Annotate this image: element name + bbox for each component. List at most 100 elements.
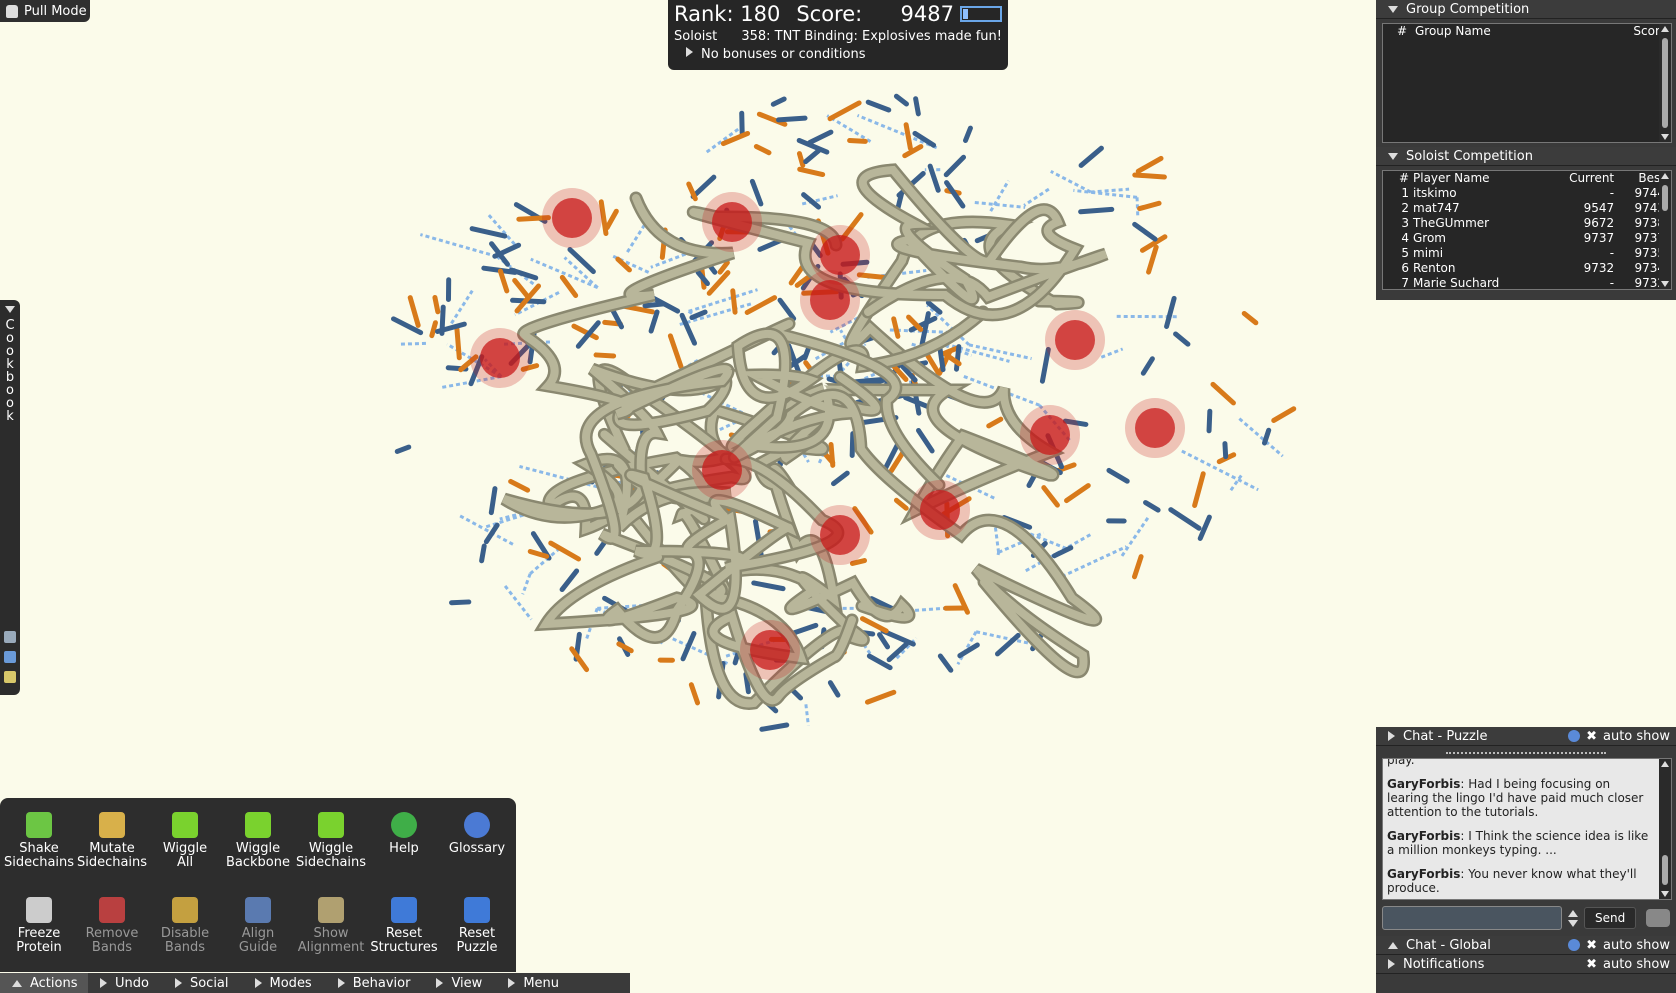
history-stepper[interactable] bbox=[1568, 909, 1578, 927]
info-icon[interactable] bbox=[1568, 939, 1581, 951]
notifications-title: Notifications bbox=[1403, 956, 1485, 972]
expand-arrow-icon bbox=[436, 978, 444, 988]
soloist-competition-list: # Player Name Current Best 1 itskimo -9744… bbox=[1382, 170, 1672, 290]
tool-label: Help bbox=[389, 841, 419, 856]
clash-sphere bbox=[552, 198, 592, 238]
disable-bands-button[interactable]: Disable Bands bbox=[148, 897, 222, 955]
lock-icon bbox=[26, 897, 52, 923]
tab-label: Undo bbox=[115, 975, 149, 991]
group-competition-header[interactable]: Group Competition bbox=[1376, 0, 1676, 19]
soloist-row[interactable]: 7 Marie Suchard -9732 bbox=[1395, 276, 1667, 289]
soloist-scrollbar[interactable] bbox=[1659, 171, 1671, 289]
notes-icon[interactable] bbox=[4, 671, 16, 683]
info-icon[interactable] bbox=[1568, 730, 1581, 742]
competition-panel: Group Competition # Group Name Score Sol… bbox=[1376, 0, 1676, 300]
group-scrollbar[interactable] bbox=[1659, 24, 1671, 142]
auto-show-label[interactable]: auto show bbox=[1603, 729, 1670, 744]
wiggle-all-button[interactable]: Wiggle All bbox=[148, 812, 222, 870]
soloist-rank: 1 bbox=[1401, 186, 1409, 200]
tab-undo[interactable]: Undo bbox=[88, 973, 163, 993]
sidechain[interactable] bbox=[913, 96, 921, 117]
close-icon[interactable]: ✖ bbox=[1586, 957, 1597, 972]
soloist-row[interactable]: 2 mat747 9547 9743 bbox=[1395, 201, 1667, 216]
clash-sphere bbox=[702, 450, 742, 490]
sidechain[interactable] bbox=[479, 543, 487, 564]
sidechain[interactable] bbox=[1078, 206, 1115, 215]
sidechain[interactable] bbox=[937, 346, 946, 373]
sidechain[interactable] bbox=[828, 442, 836, 468]
expand-arrow-icon bbox=[174, 978, 182, 988]
wiggle-backbone-button[interactable]: Wiggle Backbone bbox=[221, 812, 295, 870]
chat-log: play. GaryForbis: Had I being focusing o… bbox=[1382, 758, 1672, 900]
sidechain[interactable] bbox=[432, 294, 441, 315]
tab-behavior[interactable]: Behavior bbox=[326, 973, 425, 993]
sidechain[interactable] bbox=[1206, 408, 1213, 434]
tool-label: Glossary bbox=[448, 841, 506, 856]
close-icon[interactable]: ✖ bbox=[1586, 938, 1597, 953]
sidechain[interactable] bbox=[730, 288, 738, 315]
score-panel: Rank: 180 Score: 9487 Soloist 358: TNT B… bbox=[668, 0, 1008, 70]
tab-actions[interactable]: Actions bbox=[0, 973, 88, 993]
sidechain[interactable] bbox=[776, 115, 808, 123]
sidechain[interactable] bbox=[454, 326, 462, 361]
send-button[interactable]: Send bbox=[1584, 907, 1637, 929]
mode-indicator[interactable]: Pull Mode bbox=[0, 0, 90, 22]
wiggle-sidechains-button[interactable]: Wiggle Sidechains bbox=[294, 812, 368, 870]
freeze-protein-button[interactable]: Freeze Protein bbox=[2, 897, 76, 955]
help-button[interactable]: Help bbox=[367, 812, 441, 856]
reset-structures-button[interactable]: Reset Structures bbox=[367, 897, 441, 955]
chat-username[interactable]: GaryForbis bbox=[1387, 777, 1460, 791]
folder-icon[interactable] bbox=[4, 651, 16, 663]
soloist-row[interactable]: 1 itskimo -9744 bbox=[1395, 186, 1667, 201]
chat-username[interactable]: GaryForbis bbox=[1387, 867, 1460, 881]
sidechain[interactable] bbox=[849, 431, 856, 458]
sidechain[interactable] bbox=[796, 151, 806, 168]
soloist-row[interactable]: 6 Renton 9732 9734 bbox=[1395, 261, 1667, 276]
chat-username[interactable]: GaryForbis bbox=[1387, 829, 1460, 843]
auto-show-label[interactable]: auto show bbox=[1603, 938, 1670, 953]
tab-social[interactable]: Social bbox=[163, 973, 243, 993]
tab-menu[interactable]: Menu bbox=[496, 973, 573, 993]
sidechain[interactable] bbox=[1222, 441, 1229, 460]
close-icon[interactable]: ✖ bbox=[1586, 729, 1597, 744]
help-icon bbox=[391, 812, 417, 838]
sidechain[interactable] bbox=[449, 599, 472, 606]
soloist-competition-header[interactable]: Soloist Competition bbox=[1376, 147, 1676, 166]
clash-sphere bbox=[712, 202, 752, 242]
chat-input[interactable] bbox=[1382, 906, 1562, 930]
console-icon[interactable] bbox=[4, 631, 16, 643]
chat-puzzle-header[interactable]: Chat - Puzzle ✖ auto show bbox=[1376, 727, 1676, 746]
soloist-name: Renton bbox=[1413, 261, 1456, 275]
auto-show-label[interactable]: auto show bbox=[1603, 957, 1670, 972]
reset-puzzle-button[interactable]: Reset Puzzle bbox=[440, 897, 514, 955]
tab-view[interactable]: View bbox=[424, 973, 496, 993]
chat-panel: Chat - Puzzle ✖ auto show play. GaryForb… bbox=[1376, 727, 1676, 993]
chat-message: GaryForbis: You never know what they'll … bbox=[1387, 867, 1655, 895]
sidechain[interactable] bbox=[593, 352, 617, 359]
remove-bands-button[interactable]: Remove Bands bbox=[75, 897, 149, 955]
shake-sidechains-button[interactable]: Shake Sidechains bbox=[2, 812, 76, 870]
mutate-sidechains-button[interactable]: Mutate Sidechains bbox=[75, 812, 149, 870]
sidechain[interactable] bbox=[1132, 172, 1167, 180]
show-alignment-button[interactable]: Show Alignment bbox=[294, 897, 368, 955]
cookbook-tab[interactable]: Cookbook bbox=[0, 300, 20, 695]
soloist-current: 9547 bbox=[1583, 201, 1615, 215]
sidechain[interactable] bbox=[642, 301, 666, 309]
camera-icon[interactable] bbox=[1646, 909, 1671, 927]
group-competition-list: # Group Name Score bbox=[1382, 23, 1672, 143]
chat-global-header[interactable]: Chat - Global ✖ auto show bbox=[1376, 936, 1676, 955]
tab-modes[interactable]: Modes bbox=[243, 973, 326, 993]
conditions-toggle[interactable]: No bonuses or conditions bbox=[686, 47, 1002, 62]
sidechain[interactable] bbox=[429, 320, 438, 339]
soloist-row[interactable]: 3 TheGUmmer 9672 9738 bbox=[1395, 216, 1667, 231]
notifications-header[interactable]: Notifications ✖ auto show bbox=[1376, 955, 1676, 974]
resize-handle[interactable] bbox=[1446, 748, 1606, 754]
soloist-row[interactable]: 4 Grom 9737 9737 bbox=[1395, 231, 1667, 246]
clash-sphere bbox=[820, 515, 860, 555]
align-guide-button[interactable]: Align Guide bbox=[221, 897, 295, 955]
glossary-button[interactable]: Glossary bbox=[440, 812, 514, 856]
chat-scrollbar[interactable] bbox=[1659, 759, 1671, 899]
sidechain[interactable] bbox=[847, 137, 868, 144]
cookbook-label: Cookbook bbox=[5, 318, 15, 424]
soloist-row[interactable]: 5 mimi -9735 bbox=[1395, 246, 1667, 261]
